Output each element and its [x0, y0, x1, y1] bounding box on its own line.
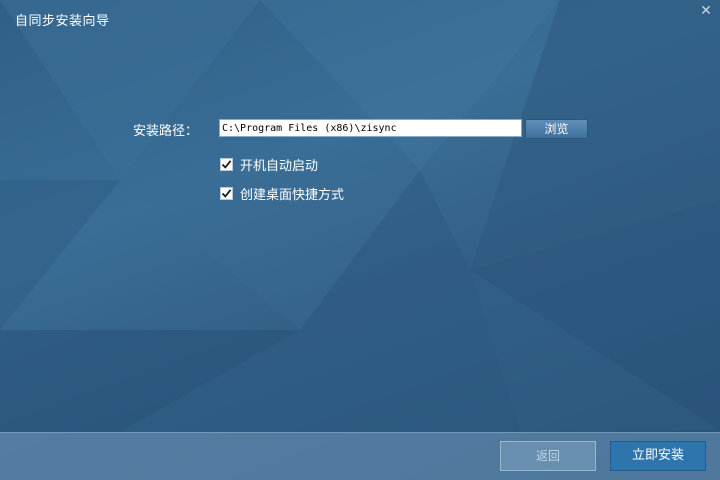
install-now-button[interactable]: 立即安装	[610, 441, 706, 471]
desktop-shortcut-option[interactable]: 创建桌面快捷方式	[220, 185, 345, 203]
background-polygons	[0, 0, 720, 432]
browse-button[interactable]: 浏览	[525, 119, 588, 139]
window-title: 自同步安装向导	[15, 14, 110, 29]
desktop-shortcut-checkbox[interactable]	[220, 186, 233, 200]
autostart-checkbox[interactable]	[220, 157, 233, 171]
install-path-input[interactable]	[219, 119, 522, 137]
desktop-shortcut-label: 创建桌面快捷方式	[240, 187, 345, 203]
checkmark-icon	[221, 188, 232, 198]
checkmark-icon	[221, 159, 232, 169]
autostart-label: 开机自动启动	[240, 158, 319, 174]
close-icon[interactable]: ✕	[698, 3, 714, 19]
installer-window: 自同步安装向导 ✕ 安装路径： 浏览 开机自动启动 创建桌面快捷方式 返回 立即…	[0, 0, 720, 480]
back-button[interactable]: 返回	[500, 441, 596, 471]
autostart-option[interactable]: 开机自动启动	[220, 156, 319, 174]
install-path-label: 安装路径：	[133, 124, 199, 139]
